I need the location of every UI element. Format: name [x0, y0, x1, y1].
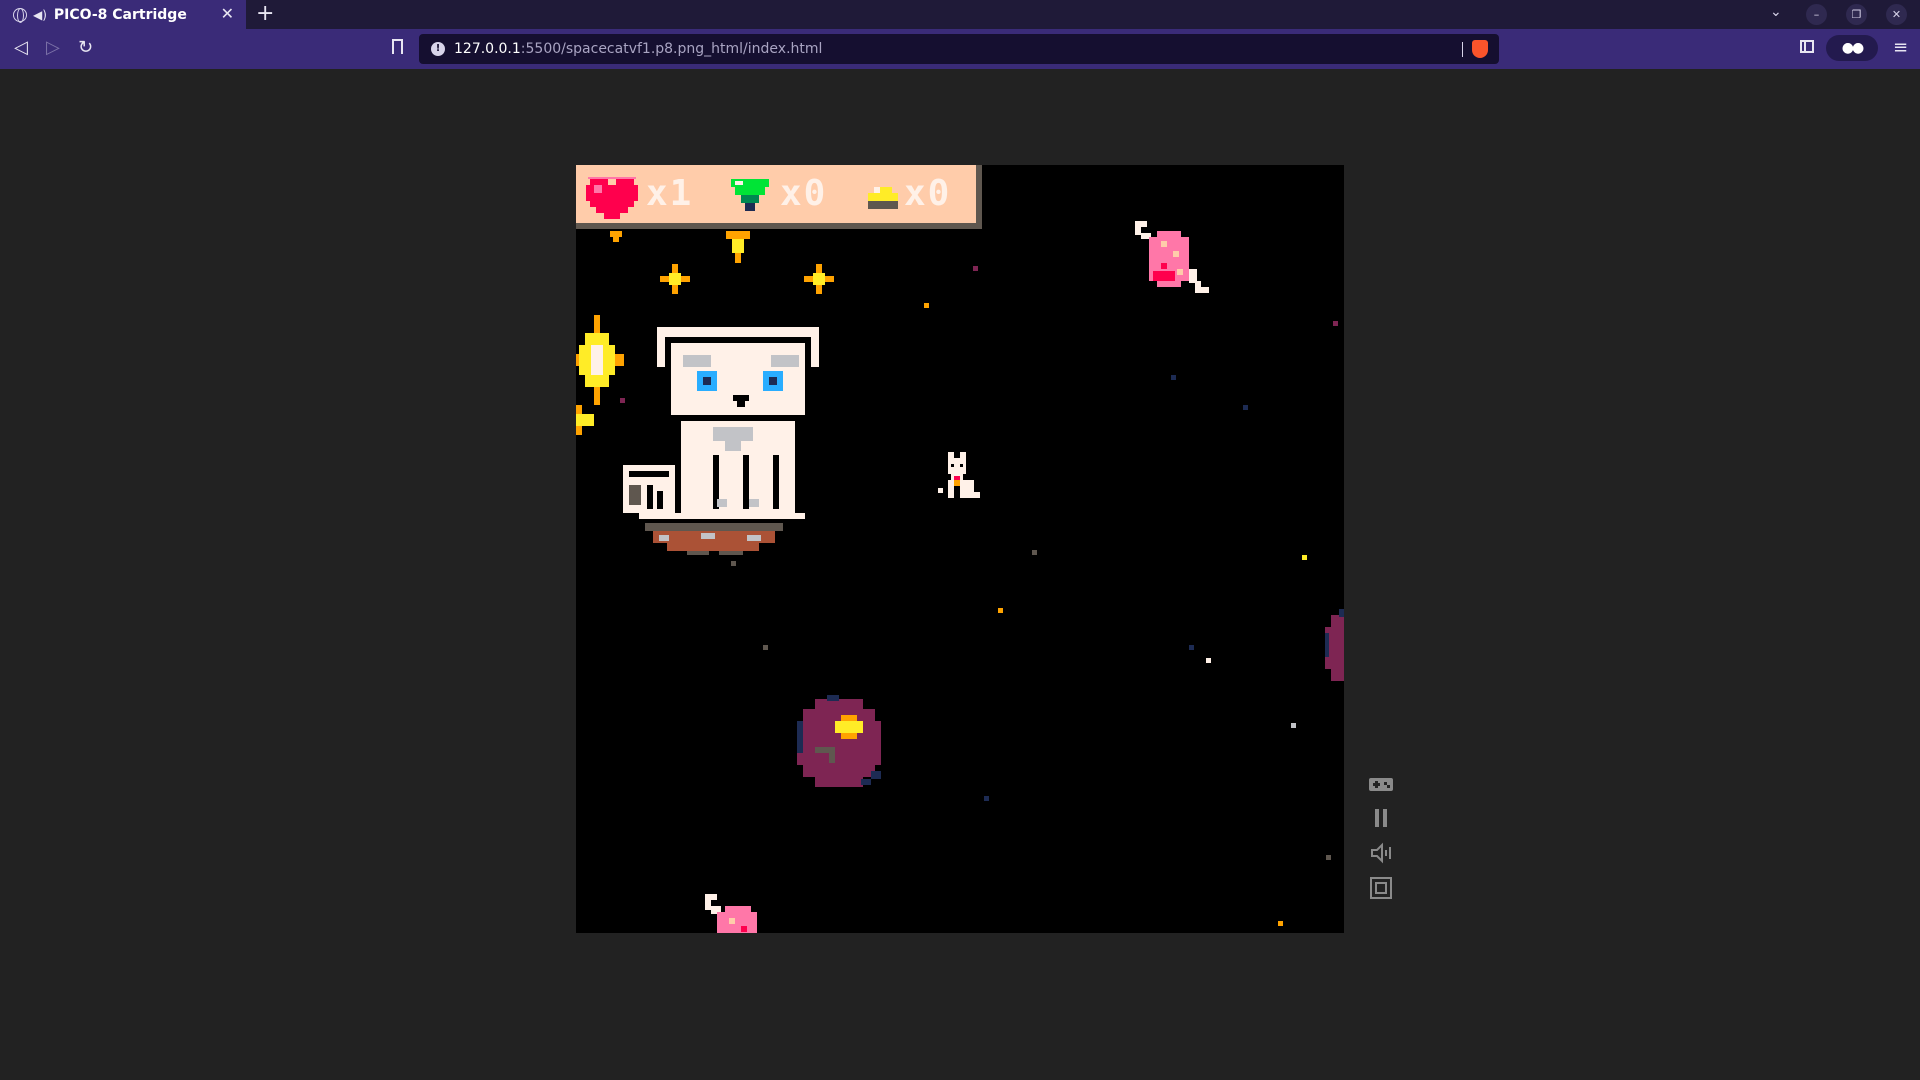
site-info-icon[interactable]: ! [431, 42, 445, 56]
candy-meteor-sprite [705, 894, 757, 933]
planet-sprite [797, 695, 881, 787]
gem-icon [731, 179, 769, 211]
lives-count: x1 [646, 173, 694, 214]
brave-shields-icon[interactable] [1472, 40, 1488, 58]
sparkle-icon [660, 264, 690, 294]
sound-icon[interactable] [1368, 842, 1394, 864]
heart-icon [586, 177, 638, 219]
cat-player-sprite [623, 327, 819, 555]
close-tab-icon[interactable]: ✕ [221, 5, 234, 23]
pause-icon[interactable] [1368, 807, 1394, 829]
sparkle-icon [576, 405, 594, 435]
menu-icon[interactable]: ≡ [1893, 37, 1908, 58]
bookmark-icon[interactable] [392, 39, 403, 58]
address-bar[interactable]: ! 127.0.0.1:5500/spacecatvf1.p8.png_html… [419, 34, 1499, 64]
wallet-button[interactable]: ●● [1826, 35, 1878, 61]
window-close-button[interactable]: ✕ [1886, 4, 1907, 25]
tab-title: PICO-8 Cartridge [53, 6, 187, 23]
sparkle-icon [804, 264, 834, 294]
game-canvas[interactable]: x1 x0 x0 [576, 165, 1344, 933]
gems-count: x0 [780, 173, 828, 214]
small-cat-sprite [938, 452, 980, 498]
tab-pico8-cartridge[interactable]: ◀) PICO-8 Cartridge ✕ [0, 0, 246, 29]
navigation-bar: ◁ ▷ ↻ ! 127.0.0.1:5500/spacecatvf1.p8.pn… [0, 29, 1920, 69]
sparkle-icon [610, 231, 750, 263]
tab-bar: ◀) PICO-8 Cartridge ✕ + ⌄ – ❐ ✕ [0, 0, 1920, 29]
hud-panel: x1 x0 x0 [576, 165, 982, 229]
url-text[interactable]: 127.0.0.1:5500/spacecatvf1.p8.png_html/i… [454, 41, 822, 57]
sidebar-toggle-icon[interactable] [1800, 40, 1814, 53]
coins-count: x0 [904, 173, 952, 214]
gamepad-icon[interactable] [1368, 773, 1394, 795]
fullscreen-icon[interactable] [1368, 877, 1394, 899]
url-separator [1462, 42, 1463, 57]
planet-edge-sprite [1325, 609, 1344, 681]
reload-button[interactable]: ↻ [78, 37, 93, 59]
minimize-button[interactable]: – [1806, 4, 1827, 25]
tab-list-button[interactable]: ⌄ [1770, 4, 1782, 20]
back-button[interactable]: ◁ [14, 37, 28, 59]
candy-meteor-sprite [1135, 221, 1209, 293]
coin-icon [868, 187, 898, 209]
restore-button[interactable]: ❐ [1846, 4, 1867, 25]
forward-button[interactable]: ▷ [46, 37, 60, 59]
big-sparkle-icon [576, 315, 624, 405]
new-tab-button[interactable]: + [256, 2, 274, 26]
globe-icon [13, 7, 27, 23]
speaker-icon[interactable]: ◀) [33, 8, 47, 22]
